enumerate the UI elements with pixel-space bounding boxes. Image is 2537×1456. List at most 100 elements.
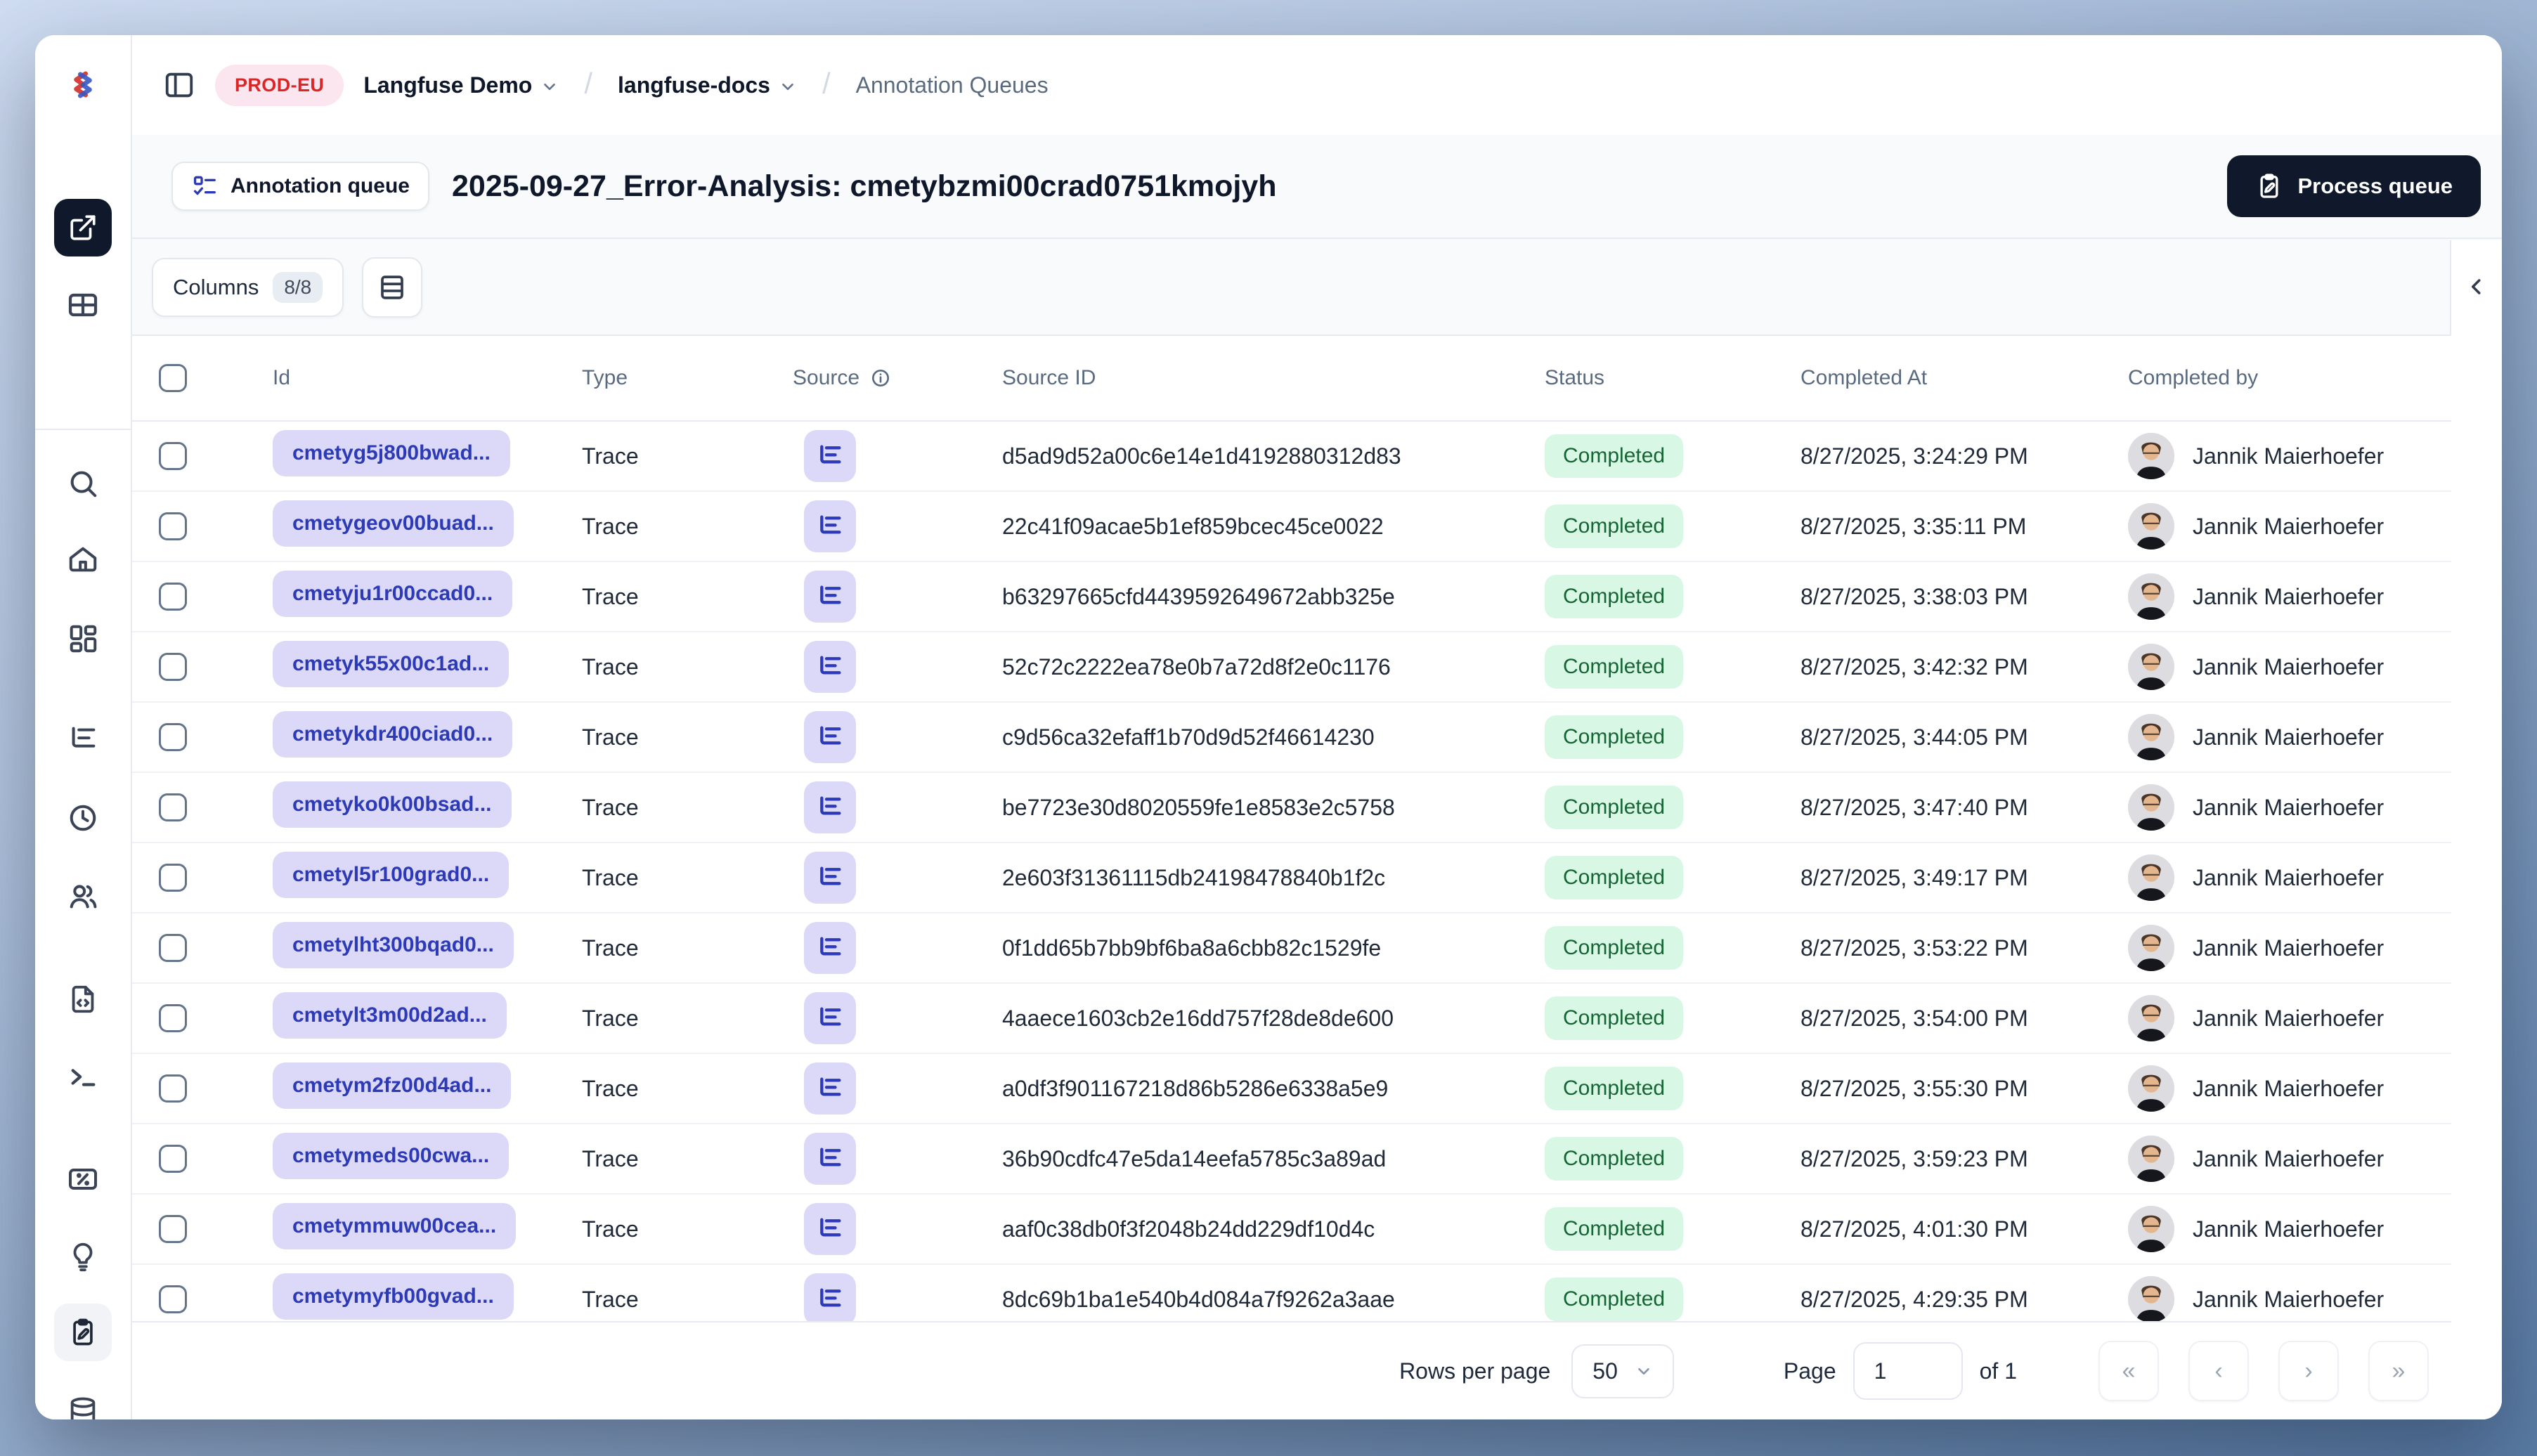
avatar <box>2128 714 2174 760</box>
source-trace-button[interactable] <box>804 1062 856 1114</box>
completed-by-name: Jannik Maierhoefer <box>2193 864 2384 890</box>
sidebar-item-prompts[interactable] <box>67 983 99 1015</box>
row-checkbox[interactable] <box>159 442 187 470</box>
sidebar-item-search[interactable] <box>67 467 99 500</box>
last-page-button[interactable]: » <box>2368 1341 2429 1401</box>
item-id-link[interactable]: cmetymmuw00cea... <box>273 1203 517 1249</box>
columns-button[interactable]: Columns 8/8 <box>152 258 344 317</box>
row-checkbox[interactable] <box>159 583 187 611</box>
rows-per-page-select[interactable]: 50 <box>1571 1344 1674 1398</box>
row-checkbox[interactable] <box>159 723 187 751</box>
item-id-link[interactable]: cmetyg5j800bwad... <box>273 430 510 476</box>
sidebar-item-users[interactable] <box>67 880 99 913</box>
row-checkbox[interactable] <box>159 793 187 821</box>
row-checkbox[interactable] <box>159 1145 187 1173</box>
column-header-source-id: Source ID <box>1002 366 1096 389</box>
clipboard-pen-icon <box>2260 174 2278 198</box>
source-trace-button[interactable] <box>804 1203 856 1255</box>
sidebar-item-home[interactable] <box>67 543 99 576</box>
sidebar-item-tracing[interactable] <box>67 723 99 755</box>
langfuse-logo-icon[interactable] <box>67 71 99 99</box>
sidebar-item-annotation-queues[interactable] <box>54 1304 112 1361</box>
list-tree-icon <box>820 1218 841 1237</box>
sidebar-toggle-icon[interactable] <box>163 69 195 101</box>
table-row[interactable]: cmetylt3m00d2ad... Trace 4aaece1603cb2e1… <box>132 984 2451 1054</box>
source-trace-button[interactable] <box>804 781 856 833</box>
lightbulb-icon <box>73 1242 93 1272</box>
source-trace-button[interactable] <box>804 500 856 552</box>
item-id-link[interactable]: cmetymyfb00gvad... <box>273 1273 514 1320</box>
row-checkbox[interactable] <box>159 1004 187 1032</box>
item-id-link[interactable]: cmetyju1r00ccad0... <box>273 571 513 617</box>
table-toolbar: Columns 8/8 <box>132 240 2451 336</box>
avatar <box>2128 644 2174 690</box>
environment-badge[interactable]: PROD-EU <box>215 64 344 106</box>
next-page-button[interactable]: › <box>2278 1341 2339 1401</box>
project-switcher[interactable]: langfuse-docs <box>618 72 797 98</box>
source-trace-button[interactable] <box>804 1273 856 1325</box>
item-id-link[interactable]: cmetylt3m00d2ad... <box>273 992 507 1039</box>
table-row[interactable]: cmetyk55x00c1ad... Trace 52c72c2222ea78e… <box>132 632 2451 703</box>
sidebar-item-playground[interactable] <box>67 1060 99 1093</box>
sidebar-item-datasets[interactable] <box>67 1395 99 1419</box>
row-checkbox[interactable] <box>159 1074 187 1103</box>
source-trace-button[interactable] <box>804 571 856 623</box>
item-id-link[interactable]: cmetykdr400ciad0... <box>273 711 513 758</box>
database-icon <box>70 1397 96 1419</box>
prev-page-button[interactable]: ‹ <box>2188 1341 2249 1401</box>
item-id-link[interactable]: cmetyk55x00c1ad... <box>273 641 510 687</box>
row-checkbox[interactable] <box>159 653 187 681</box>
table-row[interactable]: cmetyju1r00ccad0... Trace b63297665cfd44… <box>132 562 2451 632</box>
page-number-input[interactable] <box>1853 1342 1963 1400</box>
table-row[interactable]: cmetykdr400ciad0... Trace c9d56ca32efaff… <box>132 703 2451 773</box>
info-icon[interactable] <box>869 367 892 389</box>
sidebar-item-insights[interactable] <box>67 1240 99 1273</box>
process-queue-button[interactable]: Process queue <box>2227 155 2481 217</box>
source-trace-button[interactable] <box>804 922 856 974</box>
item-type: Trace <box>582 724 639 750</box>
source-trace-button[interactable] <box>804 641 856 693</box>
item-id-link[interactable]: cmetyl5r100grad0... <box>273 852 510 898</box>
table-row[interactable]: cmetymmuw00cea... Trace aaf0c38db0f3f204… <box>132 1195 2451 1265</box>
table-row[interactable]: cmetygeov00buad... Trace 22c41f09acae5b1… <box>132 492 2451 562</box>
table-row[interactable]: cmetyg5j800bwad... Trace d5ad9d52a00c6e1… <box>132 422 2451 492</box>
status-badge: Completed <box>1545 1207 1684 1251</box>
breadcrumb-section[interactable]: Annotation Queues <box>856 72 1049 98</box>
source-trace-button[interactable] <box>804 711 856 763</box>
table-row[interactable]: cmetymeds00cwa... Trace 36b90cdfc47e5da1… <box>132 1124 2451 1195</box>
source-trace-button[interactable] <box>804 992 856 1044</box>
sidebar-item-tracing-tables[interactable] <box>66 288 100 322</box>
item-id-link[interactable]: cmetylht300bqad0... <box>273 922 514 968</box>
org-switcher[interactable]: Langfuse Demo <box>363 72 559 98</box>
first-page-button[interactable]: « <box>2098 1341 2159 1401</box>
avatar <box>2128 503 2174 550</box>
sidebar-item-evaluation[interactable] <box>66 1162 100 1196</box>
row-checkbox[interactable] <box>159 1285 187 1313</box>
source-trace-button[interactable] <box>804 430 856 482</box>
select-all-checkbox[interactable] <box>159 364 187 392</box>
row-checkbox[interactable] <box>159 1215 187 1243</box>
sidebar-divider <box>35 429 131 430</box>
table-row[interactable]: cmetyl5r100grad0... Trace 2e603f31361115… <box>132 843 2451 914</box>
row-checkbox[interactable] <box>159 934 187 962</box>
row-checkbox[interactable] <box>159 864 187 892</box>
open-in-new-button[interactable] <box>54 199 112 256</box>
row-checkbox[interactable] <box>159 512 187 540</box>
table-row[interactable]: cmetyko0k00bsad... Trace be7723e30d80205… <box>132 773 2451 843</box>
table-row[interactable]: cmetym2fz00d4ad... Trace a0df3f901167218… <box>132 1054 2451 1124</box>
table-row[interactable]: cmetylht300bqad0... Trace 0f1dd65b7bb9bf… <box>132 914 2451 984</box>
item-id-link[interactable]: cmetygeov00buad... <box>273 500 514 547</box>
sidebar-item-sessions[interactable] <box>67 802 99 834</box>
collapse-panel-button[interactable] <box>2464 274 2489 299</box>
item-id-link[interactable]: cmetymeds00cwa... <box>273 1133 510 1179</box>
users-icon <box>70 885 97 909</box>
source-trace-button[interactable] <box>804 1133 856 1185</box>
item-id-link[interactable]: cmetym2fz00d4ad... <box>273 1062 512 1109</box>
completed-at-value: 8/27/2025, 3:49:17 PM <box>1800 864 2028 890</box>
sidebar-item-dashboards[interactable] <box>67 622 99 654</box>
item-id-link[interactable]: cmetyko0k00bsad... <box>273 781 512 828</box>
source-trace-button[interactable] <box>804 852 856 904</box>
row-height-button[interactable] <box>362 257 423 318</box>
item-type: Trace <box>582 1005 639 1031</box>
list-tree-icon <box>820 726 841 745</box>
